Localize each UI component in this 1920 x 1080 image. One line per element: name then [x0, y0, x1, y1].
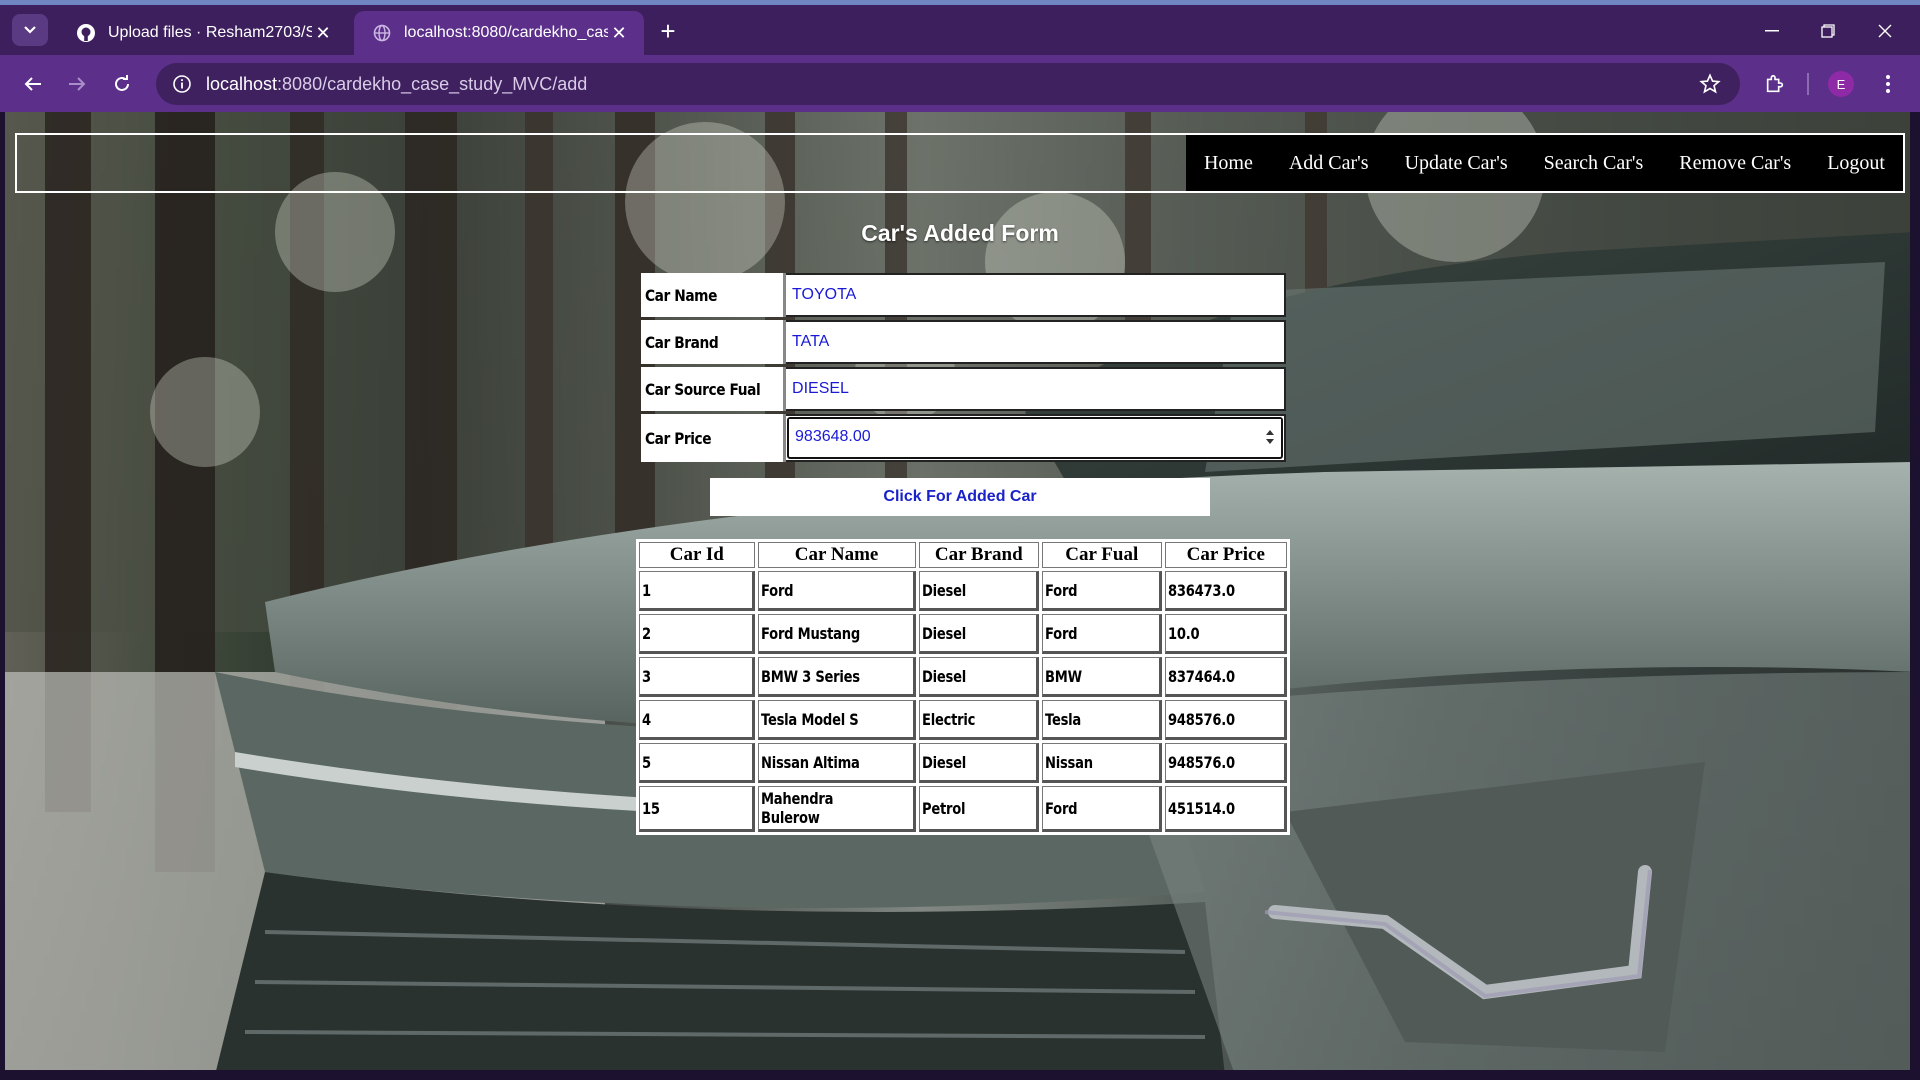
profile-avatar[interactable]: E: [1828, 71, 1854, 97]
page-frame-border: [5, 112, 1915, 1075]
tab-github-upload[interactable]: Upload files · Resham2703/Spr ✕: [58, 11, 348, 55]
minimize-icon[interactable]: [1757, 19, 1787, 43]
back-arrow-icon[interactable]: [18, 69, 48, 99]
globe-icon: [372, 23, 392, 43]
more-menu-icon[interactable]: [1874, 69, 1902, 99]
url-path: :8080/cardekho_case_study_MVC/add: [277, 73, 588, 94]
url-host: localhost: [206, 73, 278, 94]
address-bar[interactable]: localhost:8080/cardekho_case_study_MVC/a…: [156, 63, 1740, 105]
bookmark-star-icon[interactable]: [1698, 72, 1722, 96]
close-icon[interactable]: ✕: [312, 22, 334, 44]
chevron-down-icon: [24, 26, 36, 34]
new-tab-plus-icon[interactable]: +: [656, 18, 680, 44]
url-text: localhost:8080/cardekho_case_study_MVC/a…: [206, 74, 587, 95]
page-viewport: Home Add Car's Update Car's Search Car's…: [5, 112, 1915, 1075]
github-icon: [76, 23, 96, 43]
tab-search-button[interactable]: [12, 14, 48, 46]
tab-bar: Upload files · Resham2703/Spr ✕ localhos…: [0, 5, 1920, 55]
close-window-icon[interactable]: [1870, 19, 1900, 43]
restore-icon[interactable]: [1813, 19, 1843, 43]
tab-localhost[interactable]: localhost:8080/cardekho_case_ ✕: [354, 11, 644, 55]
extensions-puzzle-icon[interactable]: [1760, 69, 1790, 99]
tab-title: localhost:8080/cardekho_case_: [404, 24, 608, 41]
tab-title: Upload files · Resham2703/Spr: [108, 24, 312, 41]
close-icon[interactable]: ✕: [608, 22, 630, 44]
browser-toolbar: localhost:8080/cardekho_case_study_MVC/a…: [0, 55, 1920, 112]
forward-arrow-icon[interactable]: [62, 69, 92, 99]
reload-icon[interactable]: [107, 69, 137, 99]
toolbar-separator: [1807, 73, 1809, 95]
site-info-icon[interactable]: [170, 72, 194, 96]
